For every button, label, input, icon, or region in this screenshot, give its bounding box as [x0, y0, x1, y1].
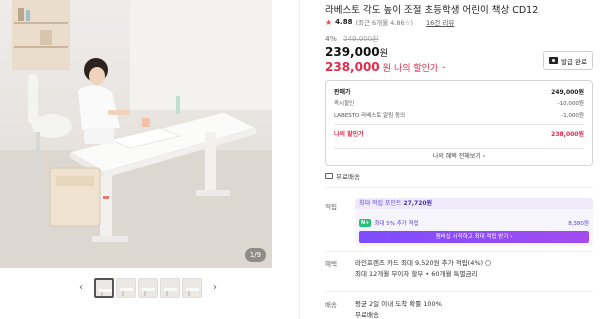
- membership-badge: N+: [359, 218, 372, 227]
- truck-icon: [325, 173, 333, 179]
- chevron-right-icon[interactable]: ›: [210, 276, 220, 300]
- benefit-card-line: 라인프렌즈 카드 최대 9,520원 추가 적립(4%): [355, 258, 492, 269]
- benefit-installment-line: 최대 12개월 무이자 할부 • 60개월 특별금리: [355, 270, 478, 278]
- sale-price: 239,000원: [325, 45, 388, 59]
- max-points-amount: 27,720원: [403, 200, 433, 207]
- product-details: 라베스토 각도 높이 조절 초등학생 어린이 책상 CD12 ★ 4.88 (최…: [325, 0, 593, 319]
- thumbnail-4[interactable]: [160, 278, 180, 298]
- points-label: 적립: [325, 203, 337, 211]
- my-discount-price[interactable]: 238,000 원 나의 할인가 ⌃: [325, 60, 446, 74]
- my-price-value: 238,000: [325, 60, 380, 74]
- thumbnail-3[interactable]: [138, 278, 158, 298]
- shipping-eta: 평균 2일 이내 도착 확률 100%: [355, 300, 442, 308]
- breakdown-row-instant-discount: 즉시할인 -10,000원: [334, 98, 584, 108]
- my-price-unit: 원: [382, 64, 391, 74]
- thumbnail-1[interactable]: [94, 278, 114, 298]
- breakdown-row-alert-consent: LABESTO 라베스토 알림 동의 -1,000원: [334, 110, 584, 120]
- membership-start-button[interactable]: 멤버십 시작하고 최대 적립 받기 ›: [359, 231, 589, 243]
- benefit-text: 라인프렌즈 카드 최대 9,520원 추가 적립(4%): [355, 259, 484, 267]
- discount-percent: 4%: [325, 35, 337, 43]
- rating-row: ★ 4.88 (최근 6개월 4.86☆) 16건 리뷰: [325, 17, 454, 28]
- coupon-icon: [549, 57, 558, 64]
- breakdown-label: 판매가: [334, 88, 351, 96]
- shipping-label: 배송: [325, 301, 337, 309]
- desk-photo-illustration: [0, 0, 272, 268]
- breakdown-label: 즉시할인: [334, 101, 355, 107]
- extra-points-text: 최대 5% 추가 적립: [374, 220, 419, 227]
- thumbnail-strip: ‹ ›: [76, 276, 220, 300]
- price-breakdown-box: 판매가 249,000원 즉시할인 -10,000원 LABESTO 라베스토 …: [325, 80, 593, 166]
- discount-row: 4% 249,000원: [325, 34, 379, 44]
- shipping-info: 평균 2일 이내 도착 확률 100% 무료배송: [355, 299, 442, 319]
- column-divider: [299, 0, 300, 319]
- benefits-list: 라인프렌즈 카드 최대 9,520원 추가 적립(4%) 최대 12개월 무이자…: [355, 258, 492, 280]
- product-gallery: 1/9 ‹ ›: [0, 0, 272, 319]
- sale-price-value: 239,000: [325, 45, 380, 59]
- star-icon: ★: [325, 17, 333, 27]
- original-price: 249,000원: [343, 35, 379, 43]
- rating-detail: (최근 6개월 4.86☆): [355, 19, 414, 27]
- section-divider: [325, 251, 593, 252]
- breakdown-row-list-price: 판매가 249,000원: [334, 86, 584, 96]
- sale-price-unit: 원: [379, 49, 388, 59]
- delivery-type: 무료배송: [325, 171, 360, 181]
- info-icon[interactable]: [485, 260, 492, 266]
- main-product-image[interactable]: 1/9: [0, 0, 272, 268]
- thumbnail-2[interactable]: [116, 278, 136, 298]
- breakdown-divider: [334, 124, 584, 125]
- chevron-up-icon: ⌃: [441, 66, 447, 73]
- coupon-issued-button[interactable]: 발급 완료: [543, 51, 593, 70]
- thumbnail-5[interactable]: [182, 278, 202, 298]
- breakdown-row-my-price: 나의 할인가 238,000원: [334, 128, 584, 138]
- chevron-left-icon[interactable]: ‹: [76, 276, 86, 300]
- breakdown-label: 나의 할인가: [334, 130, 364, 138]
- extra-points-amount: 8,380원: [568, 220, 589, 227]
- benefits-label: 혜택: [325, 260, 337, 268]
- view-all-benefits-link[interactable]: 나의 혜택 전체보기 ›: [334, 148, 584, 161]
- review-count-link[interactable]: 16건 리뷰: [426, 17, 454, 27]
- extra-points-row: N+ 최대 5% 추가 적립 8,380원: [359, 218, 589, 227]
- image-counter: 1/9: [244, 248, 266, 262]
- max-points-text: 최대 적립 포인트: [359, 200, 402, 207]
- coupon-button-label: 발급 완료: [561, 57, 587, 66]
- delivery-type-label: 무료배송: [336, 173, 360, 181]
- max-points-row: 최대 적립 포인트 27,720원: [355, 198, 593, 209]
- points-box: 최대 적립 포인트 27,720원 N+ 최대 5% 추가 적립 8,380원 …: [355, 198, 593, 246]
- section-divider: [325, 291, 593, 292]
- shipping-fee: 무료배송: [355, 311, 379, 319]
- my-price-label: 나의 할인가: [393, 64, 439, 74]
- breakdown-label: LABESTO 라베스토 알림 동의: [334, 113, 406, 119]
- rating-score: 4.88: [335, 18, 353, 26]
- section-divider: [325, 187, 593, 188]
- product-title: 라베스토 각도 높이 조절 초등학생 어린이 책상 CD12: [325, 5, 539, 16]
- breakdown-value: 238,000원: [551, 130, 584, 138]
- breakdown-value: 249,000원: [551, 88, 584, 96]
- breakdown-value: -10,000원: [557, 101, 584, 107]
- breakdown-value: -1,000원: [561, 113, 584, 119]
